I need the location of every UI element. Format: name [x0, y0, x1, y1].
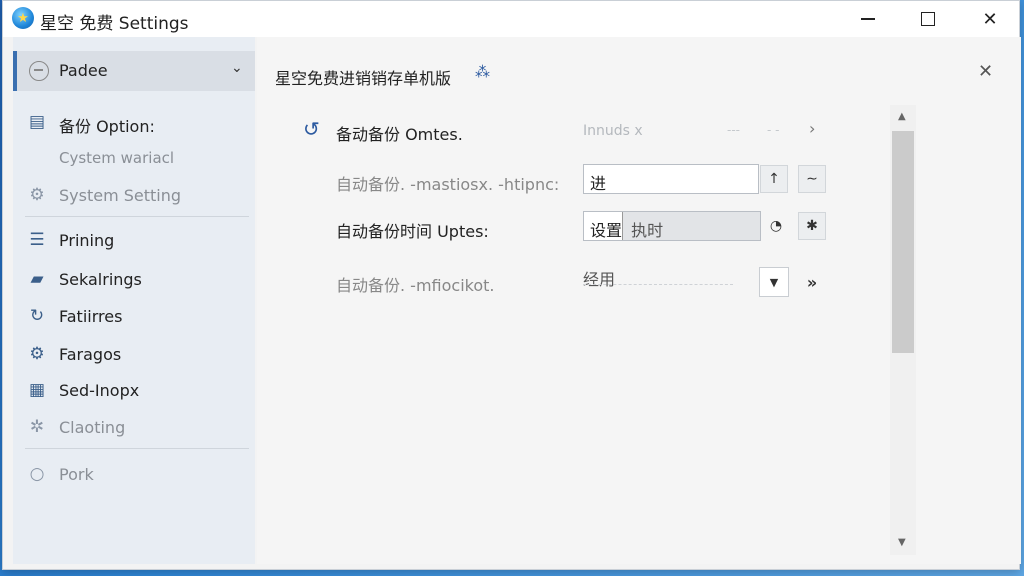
- auto-backup-dropdown[interactable]: 经用: [583, 266, 733, 296]
- sidebar-item-label: Prining: [59, 231, 115, 250]
- time-input-value: 设置: [590, 221, 623, 240]
- sidebar-item-sekalrings[interactable]: ▰ Sekalrings: [13, 264, 255, 294]
- eye-toggle-button[interactable]: ◔: [762, 212, 790, 240]
- close-icon: ✕: [982, 8, 998, 30]
- sidebar: Padee ⌄ ▤ 备份 Option: Cystem wariacl ⚙ Sy…: [13, 37, 255, 564]
- ghost-text: ---: [727, 123, 740, 137]
- sidebar-item-label: Pork: [59, 465, 94, 484]
- asterisk-button[interactable]: ✱: [798, 212, 826, 240]
- main-panel: 星空免费进销销存单机版 ⁂ ✕ ↺ 备动备份 Omtes. Innuds x -…: [257, 37, 1021, 564]
- sidebar-item-pork[interactable]: ○ Pork: [13, 459, 255, 489]
- book-icon: ▰: [30, 269, 44, 289]
- list-icon: ☰: [29, 230, 45, 250]
- maximize-icon: [921, 12, 935, 26]
- sidebar-header-label: Padee: [59, 61, 108, 80]
- wave-button[interactable]: ∼: [798, 165, 826, 193]
- asterisk-icon: ✱: [806, 218, 818, 234]
- document-icon: ▤: [28, 112, 46, 132]
- gear-icon: ✲: [29, 417, 45, 437]
- sidebar-item-prining[interactable]: ☰ Prining: [13, 225, 255, 255]
- sidebar-item-label: System Setting: [59, 186, 182, 205]
- sidebar-item-faragos[interactable]: ⚙ Faragos: [13, 339, 255, 369]
- chevron-down-icon: ▼: [769, 275, 779, 289]
- window-title: 星空 免费 Settings: [40, 14, 189, 34]
- maximize-button[interactable]: [898, 1, 958, 37]
- settings-window: ★ 星空 免费 Settings ✕ Padee ⌄ ▤ 备份 Option: …: [2, 0, 1021, 570]
- auto-backup-time-input[interactable]: 设置 执时: [583, 211, 761, 241]
- sidebar-header-padee[interactable]: Padee ⌄: [13, 51, 255, 91]
- sidebar-item-claoting[interactable]: ✲ Claoting: [13, 412, 255, 442]
- chevron-down-icon[interactable]: ⌄: [231, 60, 243, 76]
- minimize-button[interactable]: [838, 1, 898, 37]
- sidebar-subitem-cystem[interactable]: Cystem wariacl: [59, 149, 174, 167]
- auto-backup-label-2: 自动备份. -mfiocikot.: [336, 276, 495, 295]
- scroll-thumb[interactable]: [892, 131, 914, 353]
- ghost-text: - -: [767, 123, 780, 137]
- sidebar-item-label: 备份 Option:: [59, 117, 155, 136]
- loading-spinner-icon: ⁂: [475, 63, 490, 81]
- scroll-down-icon[interactable]: ▼: [898, 537, 906, 548]
- sidebar-item-label: Sed-Inopx: [59, 381, 140, 400]
- auto-backup-input-1[interactable]: 进: [583, 164, 759, 194]
- app-logo-icon: ★: [12, 7, 34, 29]
- dropdown-toggle[interactable]: ▼: [759, 267, 789, 297]
- sidebar-item-system-setting[interactable]: ⚙ System Setting: [13, 180, 255, 210]
- sidebar-item-backup-option[interactable]: ▤ 备份 Option:: [13, 107, 255, 137]
- backup-refresh-icon: ↺: [303, 117, 320, 141]
- wave-icon: ∼: [806, 171, 818, 187]
- time-input-highlight-text: 执时: [631, 221, 664, 240]
- refresh-arrow-icon: ↻: [29, 306, 45, 326]
- vertical-scrollbar[interactable]: ▲ ▼: [890, 105, 916, 555]
- calendar-icon: ▦: [28, 380, 46, 400]
- sidebar-item-label: Faragos: [59, 345, 122, 364]
- chevron-right-icon[interactable]: ›: [809, 119, 815, 138]
- dropdown-underline: [583, 284, 733, 285]
- gear-icon: ⚙: [29, 344, 45, 364]
- sidebar-divider: [25, 448, 249, 449]
- title-bar: ★ 星空 免费 Settings ✕: [3, 1, 1019, 37]
- auto-backup-label-1: 自动备份. -mastiosx. -htipnc:: [336, 175, 560, 194]
- minus-circle-icon: [29, 61, 49, 81]
- backup-options-label: 备动备份 Omtes.: [336, 125, 463, 144]
- scroll-up-icon[interactable]: ▲: [898, 111, 906, 122]
- sidebar-item-label: Claoting: [59, 418, 126, 437]
- arrow-up-icon: ↑: [768, 171, 780, 187]
- page-title: 星空免费进销销存单机版: [275, 69, 452, 88]
- next-button[interactable]: »: [798, 268, 826, 296]
- close-window-button[interactable]: ✕: [960, 1, 1020, 37]
- backup-options-placeholder[interactable]: Innuds x: [583, 123, 643, 139]
- sidebar-item-fatiirres[interactable]: ↻ Fatiirres: [13, 301, 255, 331]
- gear-icon: ⚙: [29, 185, 45, 205]
- double-chevron-right-icon: »: [806, 272, 818, 292]
- circle-icon: ○: [29, 464, 45, 484]
- sidebar-divider: [25, 216, 249, 217]
- auto-backup-time-label: 自动备份时间 Uptes:: [336, 222, 489, 241]
- close-panel-button[interactable]: ✕: [978, 61, 993, 82]
- minimize-icon: [861, 18, 875, 20]
- arrow-up-button[interactable]: ↑: [760, 165, 788, 193]
- sidebar-item-label: Fatiirres: [59, 307, 123, 326]
- dropdown-value: 经用: [583, 270, 616, 289]
- sidebar-item-label: Sekalrings: [59, 270, 142, 289]
- eye-icon: ◔: [769, 218, 783, 234]
- sidebar-item-sed-inopx[interactable]: ▦ Sed-Inopx: [13, 375, 255, 405]
